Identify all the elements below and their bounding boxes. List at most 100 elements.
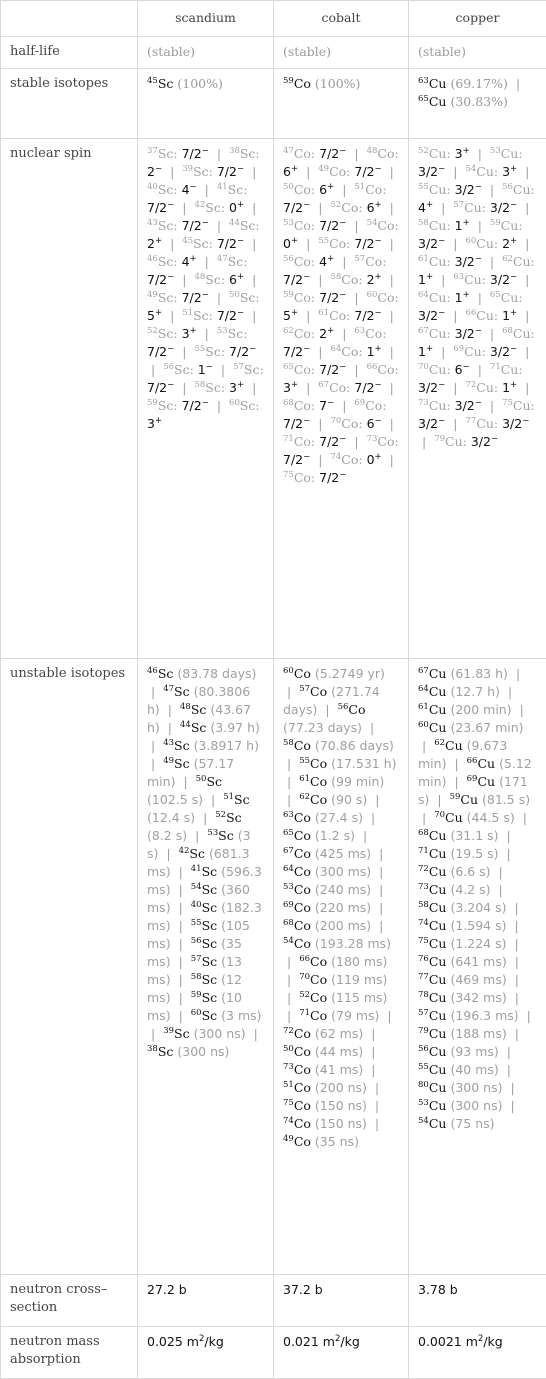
element-symbol: Cu:	[445, 434, 467, 449]
spin-value: 3/2−	[418, 308, 446, 323]
half-life: (469 ms)	[450, 972, 507, 987]
element-symbol: Cu:	[500, 290, 523, 305]
spin-entry: 59Sc: 7/2−	[147, 398, 209, 413]
spin-value: 0+	[283, 236, 299, 251]
element-symbol: Co:	[293, 290, 316, 305]
mass-number: 67	[418, 326, 429, 336]
isotope-entry: 73Co (41 ms)	[283, 1062, 363, 1077]
mass-number: 63	[283, 810, 294, 820]
spin-value: 5+	[147, 308, 163, 323]
stable-isotopes-scandium: 45Sc (100%)	[137, 68, 274, 139]
isotope-entry: 59Co (100%)	[283, 76, 360, 91]
separator: |	[195, 828, 200, 843]
element-symbol: Cu:	[428, 218, 451, 233]
spin-value: 3/2−	[418, 164, 446, 179]
element-symbol: Cu	[428, 76, 447, 91]
separator: |	[178, 990, 183, 1005]
element-symbol: Cu	[428, 702, 447, 717]
element-symbol: Co:	[341, 272, 363, 287]
spin-entry: 58Co: 2+	[330, 272, 381, 287]
spin-value: 1+	[454, 290, 470, 305]
separator: |	[506, 828, 511, 843]
separator: |	[387, 1008, 392, 1023]
separator: |	[354, 362, 359, 377]
parity: −	[167, 200, 175, 210]
element-symbol: Sc	[201, 972, 218, 987]
separator: |	[342, 254, 347, 269]
mass-number: 68	[283, 918, 294, 928]
separator: |	[216, 218, 222, 233]
separator: |	[422, 738, 427, 753]
spin-value: 3/2−	[418, 236, 446, 251]
separator: |	[506, 1062, 511, 1077]
mass-number: 57	[299, 684, 311, 694]
spin-value: 3/2−	[418, 380, 446, 395]
separator: |	[287, 1008, 292, 1023]
parity: +	[327, 182, 335, 192]
spin-value: 3+	[181, 326, 197, 341]
separator: |	[216, 398, 222, 413]
half-life: (62 ms)	[314, 1026, 364, 1041]
spin-value: 7/2−	[283, 416, 311, 431]
row-stable-isotopes: stable isotopes 45Sc (100%) 59Co (100%) …	[0, 68, 546, 139]
isotope-entry: 60Co (5.2749 yr)	[283, 666, 385, 681]
element-symbol: Co:	[329, 236, 351, 251]
spin-value: 1+	[502, 380, 518, 395]
separator: |	[371, 1044, 376, 1059]
parity: −	[474, 326, 482, 336]
element-symbol: Sc:	[205, 200, 226, 215]
parity: −	[510, 200, 518, 210]
separator: |	[525, 380, 530, 395]
spin-value: 2+	[366, 272, 382, 287]
separator: |	[489, 254, 495, 269]
separator: |	[151, 362, 156, 377]
isotope-entry: 68Cu (31.1 s)	[418, 828, 499, 843]
spin-entry: 43Sc: 7/2−	[147, 218, 209, 233]
mass-number: 52	[299, 990, 311, 1000]
spin-entry: 55Sc: 7/2−	[194, 344, 256, 359]
half-life: (196.3 ms)	[450, 1008, 519, 1023]
parity: +	[236, 272, 245, 282]
mass-number: 48	[194, 272, 206, 282]
spin-value: 3/2−	[470, 434, 499, 449]
spin-value: 1+	[366, 344, 382, 359]
spin-entry: 71Co: 7/2−	[283, 434, 346, 449]
element-symbol: Co:	[329, 308, 351, 323]
mass-number: 72	[283, 1026, 294, 1036]
mass-number: 50	[283, 182, 294, 192]
mass-number: 57	[418, 1008, 429, 1018]
separator: |	[220, 362, 226, 377]
parity: +	[290, 236, 299, 246]
mass-number: 61	[418, 702, 429, 712]
element-symbol: Co:	[365, 398, 387, 413]
parity: +	[462, 146, 470, 156]
mass-number: 62	[502, 254, 513, 264]
half-life: (300 ms)	[314, 864, 372, 879]
half-life: (44 ms)	[314, 1044, 364, 1059]
parity: +	[374, 272, 382, 282]
mass-number: 55	[299, 756, 311, 766]
parity: −	[339, 218, 347, 228]
mass-number: 58	[330, 272, 342, 282]
mass-number: 41	[216, 182, 228, 192]
parity: −	[303, 200, 311, 210]
element-symbol: Cu	[477, 774, 496, 789]
element-symbol: Sc	[201, 918, 218, 933]
isotope-entry: 61Co (99 min)	[299, 774, 384, 789]
mass-number: 75	[283, 470, 294, 480]
unit-per: /kg	[483, 1334, 503, 1349]
separator: |	[477, 362, 482, 377]
parity: −	[510, 344, 518, 354]
spin-entry: 45Sc: 7/2−	[182, 236, 244, 251]
header-corner	[0, 0, 138, 37]
element-symbol: Sc:	[239, 146, 260, 161]
isotope-entry: 58Cu (3.204 s)	[418, 900, 506, 915]
spin-entry: 55Cu: 3/2−	[418, 182, 482, 197]
mass-number: 47	[163, 684, 175, 694]
element-symbol: Cu:	[476, 308, 499, 323]
element-symbol: Co:	[293, 326, 316, 341]
element-symbol: Sc:	[227, 326, 248, 341]
separator: |	[453, 164, 458, 179]
half-life: (4.2 s)	[450, 882, 491, 897]
mass-number: 57	[453, 200, 465, 210]
